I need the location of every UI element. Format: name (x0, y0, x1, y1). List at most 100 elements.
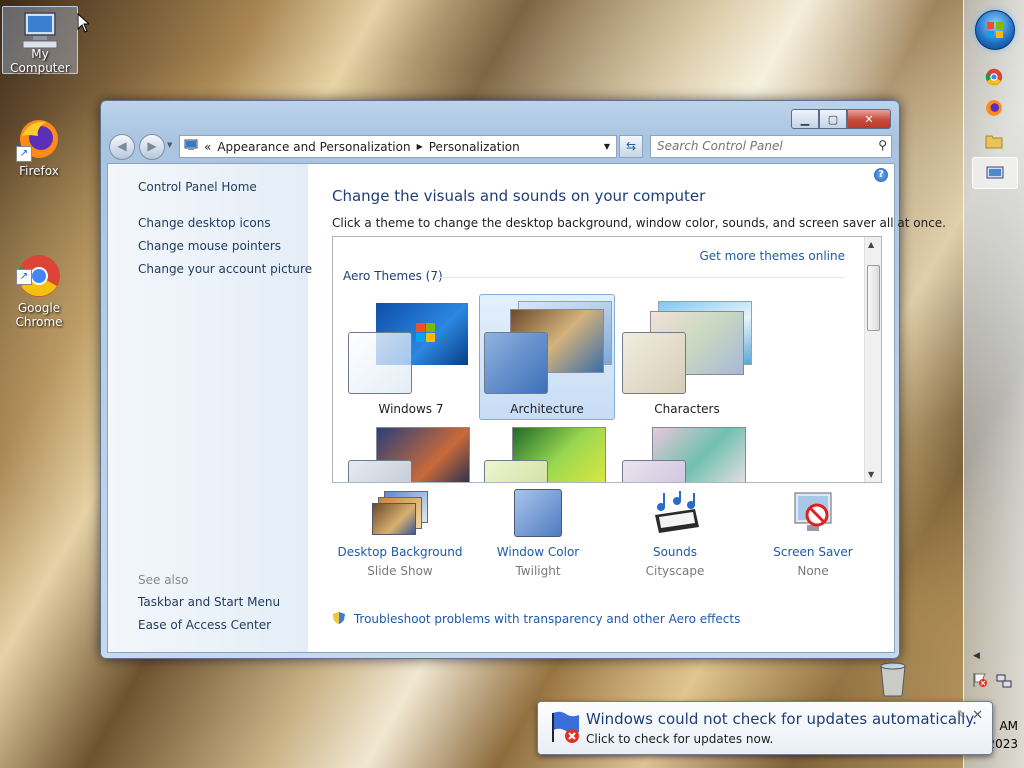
firefox-icon (986, 100, 1002, 116)
control-panel-small-icon (184, 139, 198, 154)
theme-architecture[interactable]: Architecture (479, 294, 615, 420)
breadcrumb-separator-icon[interactable]: ▶ (417, 142, 423, 151)
theme-row2-3[interactable] (619, 422, 755, 482)
theme-row2-1[interactable] (343, 422, 479, 482)
mouse-cursor-icon (77, 13, 89, 33)
chrome-icon (985, 68, 1003, 86)
desktop-icon-chrome[interactable]: ↗ Google Chrome (2, 225, 76, 343)
setting-label[interactable]: Window Color (468, 545, 608, 559)
theme-list[interactable]: Get more themes online Aero Themes (7) W… (332, 236, 882, 483)
theme-list-scrollbar[interactable]: ▲ ▼ (864, 237, 881, 482)
recycle-bin-icon[interactable] (876, 660, 910, 698)
change-account-picture-link[interactable]: Change your account picture (138, 262, 312, 276)
search-box[interactable]: ⚲ (650, 135, 892, 158)
taskbar-firefox-button[interactable] (972, 93, 1016, 123)
windows-update-flag-icon (552, 711, 579, 743)
update-notification[interactable]: Windows could not check for updates auto… (537, 701, 993, 755)
theme-name: Windows 7 (378, 402, 444, 416)
troubleshoot-link-text[interactable]: Troubleshoot problems with transparency … (354, 612, 741, 626)
scroll-down-arrow-icon[interactable]: ▼ (868, 470, 874, 479)
desktop-icon-my-computer[interactable]: My Computer (2, 6, 78, 75)
taskbar-chrome-button[interactable] (972, 62, 1016, 92)
window-color-preview (348, 332, 412, 394)
scroll-up-arrow-icon[interactable]: ▲ (868, 240, 874, 249)
theme-windows-7[interactable]: Windows 7 (343, 294, 479, 420)
desktop-icon-firefox[interactable]: ↗ Firefox (2, 116, 76, 178)
main-pane: ? Change the visuals and sounds on your … (330, 164, 946, 652)
desktop-icon-label: Firefox (19, 164, 59, 178)
change-desktop-icons-link[interactable]: Change desktop icons (138, 216, 271, 230)
window-color-preview (348, 460, 412, 482)
windows-logo-icon (987, 22, 1003, 38)
window-color-setting[interactable]: Window Color Twilight (468, 489, 608, 578)
help-icon[interactable]: ? (874, 168, 888, 182)
breadcrumb-item[interactable]: Personalization (429, 140, 520, 154)
chrome-icon: ↗ (16, 239, 62, 297)
recent-pages-dropdown[interactable]: ▼ (167, 141, 172, 149)
address-bar[interactable]: « Appearance and Personalization ▶ Perso… (179, 135, 617, 158)
start-button[interactable] (975, 10, 1015, 50)
search-input[interactable] (651, 136, 867, 155)
search-icon[interactable]: ⚲ (878, 138, 887, 152)
computer-icon (17, 7, 63, 53)
firefox-icon: ↗ (16, 116, 62, 162)
theme-row2-2[interactable] (479, 422, 615, 482)
notification-close-icon[interactable]: ✕ (972, 708, 983, 723)
taskbar-start-menu-link[interactable]: Taskbar and Start Menu (138, 595, 280, 609)
refresh-button[interactable]: ⇆ (619, 135, 643, 158)
screen-saver-setting[interactable]: Screen Saver None (743, 489, 883, 578)
setting-value: Slide Show (367, 564, 433, 578)
forward-button[interactable]: ▶ (139, 134, 165, 160)
scrollbar-thumb[interactable] (867, 265, 880, 331)
shortcut-arrow-icon: ↗ (16, 269, 32, 285)
left-pane: Control Panel Home Change desktop icons … (108, 164, 312, 652)
clock-time[interactable]: AM (999, 719, 1018, 733)
action-center-flag-icon[interactable] (972, 672, 988, 691)
desktop-background-setting[interactable]: Desktop Background Slide Show (330, 489, 470, 578)
setting-value: None (797, 564, 829, 578)
window-content: Control Panel Home Change desktop icons … (107, 163, 946, 653)
setting-label[interactable]: Screen Saver (743, 545, 883, 559)
address-dropdown-icon[interactable]: ▼ (604, 142, 610, 151)
caption-buttons: ▁ ▢ ✕ (791, 109, 891, 129)
theme-characters[interactable]: Characters (619, 294, 755, 420)
back-button[interactable]: ◀ (109, 134, 135, 160)
show-hidden-icons-arrow[interactable]: ◀ (973, 651, 980, 661)
setting-value: Cityscape (645, 564, 705, 578)
theme-name: Characters (654, 402, 720, 416)
window-color-preview (484, 332, 548, 394)
taskbar-control-panel-button[interactable] (972, 157, 1018, 189)
taskbar: ◀ AM 2023 (963, 0, 1024, 768)
notification-text[interactable]: Click to check for updates now. (586, 732, 773, 746)
window-color-preview (622, 460, 686, 482)
page-title: Change the visuals and sounds on your co… (332, 187, 706, 205)
breadcrumb-overflow[interactable]: « (204, 140, 211, 154)
window-color-icon (510, 489, 566, 541)
screen-saver-icon (785, 489, 841, 541)
setting-label[interactable]: Sounds (605, 545, 745, 559)
network-icon[interactable] (996, 673, 1012, 692)
breadcrumb-item[interactable]: Appearance and Personalization (217, 140, 410, 154)
maximize-button[interactable]: ▢ (819, 109, 847, 129)
close-button[interactable]: ✕ (847, 109, 891, 129)
change-mouse-pointers-link[interactable]: Change mouse pointers (138, 239, 281, 253)
notification-options-icon[interactable]: ✎ (957, 708, 966, 721)
control-panel-home-link[interactable]: Control Panel Home (138, 180, 257, 194)
setting-value: Twilight (515, 564, 561, 578)
desktop-background-icon (372, 489, 428, 541)
troubleshoot-link[interactable]: Troubleshoot problems with transparency … (332, 611, 740, 626)
group-divider (435, 277, 845, 278)
notification-title[interactable]: Windows could not check for updates auto… (586, 710, 977, 728)
folder-icon (985, 135, 1003, 149)
shield-icon (333, 612, 345, 624)
window-color-preview (484, 460, 548, 482)
minimize-button[interactable]: ▁ (791, 109, 819, 129)
theme-name: Architecture (510, 402, 584, 416)
sounds-setting[interactable]: Sounds Cityscape (605, 489, 745, 578)
get-more-themes-link[interactable]: Get more themes online (699, 249, 845, 263)
page-subtitle: Click a theme to change the desktop back… (332, 216, 946, 230)
ease-of-access-link[interactable]: Ease of Access Center (138, 618, 271, 632)
shortcut-arrow-icon: ↗ (16, 146, 32, 162)
setting-label[interactable]: Desktop Background (330, 545, 470, 559)
taskbar-explorer-button[interactable] (972, 126, 1016, 156)
